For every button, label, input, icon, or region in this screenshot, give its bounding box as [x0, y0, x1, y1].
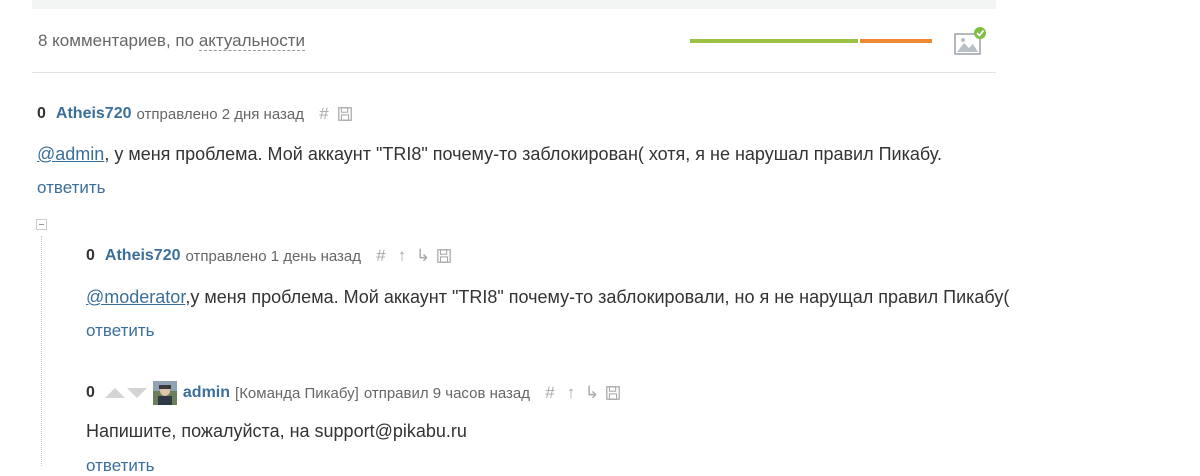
hash-link-icon[interactable]: # [373, 246, 389, 265]
save-icon[interactable] [436, 247, 452, 265]
rating-bar-positive [690, 39, 858, 43]
comments-header: 8 комментариев, по актуальности [38, 31, 306, 51]
image-check-icon[interactable] [953, 26, 987, 58]
comment-rating: 0 [86, 384, 95, 401]
team-badge: [Команда Пикабу] [235, 384, 359, 402]
comment-body: ,у меня проблема. Мой аккаунт "TRI8" поч… [185, 287, 1010, 307]
reply-button[interactable]: ответить [86, 456, 155, 476]
hash-link-icon[interactable]: # [542, 383, 558, 402]
mention-link[interactable]: @admin [37, 144, 104, 164]
comment-rating: 0 [86, 247, 95, 264]
comment-author[interactable]: admin [183, 384, 230, 402]
vote-buttons[interactable] [104, 386, 147, 400]
go-to-top-icon[interactable]: ↑ [394, 246, 410, 265]
avatar[interactable] [152, 381, 177, 405]
rating-bar-negative [860, 39, 932, 43]
comment-3-meta: 0 admin [Команда Пикабу] отправил 9 часо… [86, 381, 621, 405]
comments-count: 8 комментариев, по [38, 31, 195, 50]
comment-timestamp: отправил 9 часов назад [363, 384, 531, 402]
reply-button[interactable]: ответить [37, 178, 106, 198]
comment-2-text: @moderator,у меня проблема. Мой аккаунт … [86, 287, 1009, 308]
header-divider [32, 72, 996, 73]
top-strip [32, 0, 996, 9]
sort-dropdown[interactable]: актуальности [198, 31, 306, 51]
reply-button[interactable]: ответить [86, 321, 155, 341]
save-icon[interactable] [337, 105, 353, 123]
comment-2-meta: 0 Atheis720 отправлено 1 день назад # ↑ … [86, 246, 452, 265]
comment-timestamp: отправлено 1 день назад [185, 247, 362, 265]
comment-timestamp: отправлено 2 дня назад [136, 105, 304, 123]
save-icon[interactable] [605, 384, 621, 402]
comment-body: , у меня проблема. Мой аккаунт "TRI8" по… [104, 144, 942, 164]
comment-author[interactable]: Atheis720 [105, 247, 181, 265]
go-to-top-icon[interactable]: ↑ [563, 383, 579, 402]
comment-rating: 0 [37, 105, 46, 122]
vote-arrows-icon[interactable] [104, 386, 147, 400]
mention-link[interactable]: @moderator [86, 287, 185, 307]
collapse-thread-icon[interactable] [36, 219, 47, 230]
thread-line [41, 236, 42, 466]
comment-author[interactable]: Atheis720 [56, 105, 132, 123]
comment-3-text: Напишите, пожалуйста, на support@pikabu.… [86, 421, 467, 441]
hash-link-icon[interactable]: # [316, 104, 332, 123]
comment-1-text: @admin, у меня проблема. Мой аккаунт "TR… [37, 144, 942, 165]
parent-comment-icon[interactable]: ↳ [584, 383, 600, 402]
comment-1-meta: 0 Atheis720 отправлено 2 дня назад # [37, 104, 353, 123]
parent-comment-icon[interactable]: ↳ [415, 246, 431, 265]
